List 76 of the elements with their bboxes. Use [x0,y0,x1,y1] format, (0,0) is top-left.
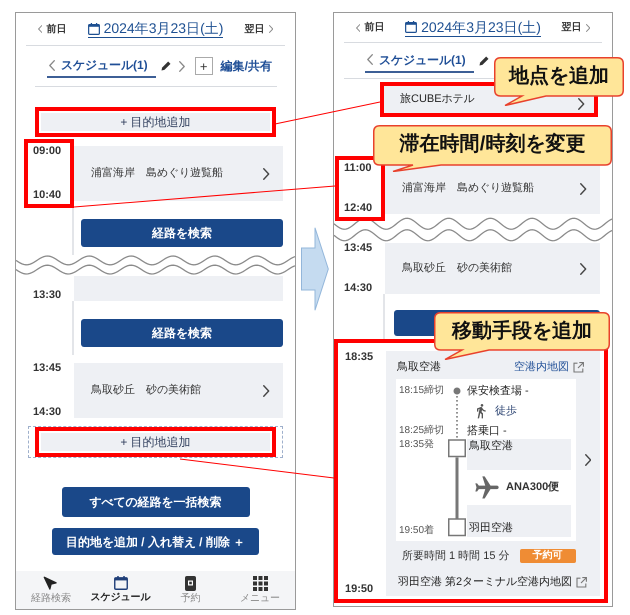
end-time: 14:30 [33,406,62,419]
chevron-right-icon[interactable] [584,454,592,466]
start-dot-icon [454,388,460,394]
chevron-right-icon [580,182,587,194]
chevron-right-icon [578,98,585,110]
stop-card[interactable]: 鳥取砂丘 砂の美術館 [385,243,600,294]
step-time: 18:15締切 [399,385,444,397]
external-link-icon [576,576,588,588]
date-button[interactable]: 2024年3月23日(土) [405,18,541,36]
end-time: 14:30 [344,282,374,295]
prev-day-button[interactable]: 前日 [356,20,384,35]
external-link-icon [573,362,584,372]
chevron-right-icon [580,262,587,274]
start-time: 09:00 [33,145,62,158]
checkpoint-label: 保安検査場 - [467,384,529,399]
station-name: 羽田空港 [467,505,571,537]
start-time: 18:35 [345,351,374,364]
right-arrow-icon [300,227,328,311]
next-day-button[interactable]: 翌日 [562,20,590,35]
calendar-icon [88,22,100,34]
search-all-routes-button[interactable]: すべての経路を一括検索 [62,487,250,517]
add-destination-button[interactable]: + 目的地追加 [41,433,270,451]
stop-card[interactable]: 浦富海岸 島めぐり遊覧船 [74,146,283,201]
pencil-icon[interactable] [160,61,171,71]
terminal-map-link[interactable]: 羽田空港 第2ターミナル空港内地図 [398,574,588,590]
bookable-badge: 予約可 [520,549,576,563]
chevron-left-icon [367,54,373,65]
step-time: 19:50着 [399,525,434,537]
start-time: 13:45 [33,362,62,375]
navigation-arrow-icon [43,576,58,590]
schedule-tab[interactable]: スケジュール(1) [47,54,156,78]
departure-place: 鳥取空港 [397,360,441,375]
walk-label: 徒歩 [495,404,517,419]
chevron-right-icon [586,24,590,32]
end-time: 12:40 [344,202,374,215]
stop-card[interactable]: 浦富海岸 島めぐり遊覧船 [385,163,600,214]
start-time: 13:45 [344,242,374,255]
menu-grid-icon [252,576,268,590]
chevron-right-icon [263,168,270,180]
chevron-left-icon [38,25,42,33]
end-time: 10:40 [33,189,62,202]
nav-tab[interactable]: スケジュール [86,571,156,609]
end-time: 19:50 [345,583,374,596]
duration-text: 所要時間 1 時間 15 分 [402,548,510,564]
square-marker-icon [448,439,466,458]
route-search-button[interactable]: 経路を検索 [81,319,283,347]
end-time: 13:30 [33,289,62,302]
flight-number: ANA300便 [506,480,560,496]
chevron-left-icon [356,24,360,32]
chevron-left-icon [49,60,55,70]
route-search-button[interactable]: 経路を検索 [81,219,283,247]
airplane-icon [473,474,501,502]
calendar-icon [405,21,418,33]
edit-share-button[interactable]: 編集/共有 [220,57,272,75]
pencil-icon[interactable] [478,56,489,66]
device-icon [184,576,196,590]
date-button[interactable]: 2024年3月23日(土) [88,20,224,38]
flight-path-line [456,458,458,519]
next-day-button[interactable]: 翌日 [244,22,273,36]
step-time: 18:25締切 [399,425,444,437]
start-time: 11:00 [344,162,373,175]
checkpoint-label: 搭乗口 - [467,424,507,439]
add-destination-button[interactable]: + 目的地追加 [41,113,270,131]
station-name: 鳥取空港 [467,439,571,470]
step-time: 18:35発 [399,439,434,451]
dotted-walk-line [456,396,458,438]
add-schedule-button[interactable]: + [194,57,213,75]
schedule-tab[interactable]: スケジュール(1) [365,48,474,72]
square-marker-icon [448,518,466,536]
chevron-right-icon [268,25,273,33]
calendar-icon [114,576,128,590]
prev-day-button[interactable]: 前日 [38,22,66,36]
stop-card[interactable]: 鳥取砂丘 砂の美術館 [74,363,283,418]
chevron-right-icon [263,384,270,396]
airport-map-link[interactable]: 空港内地図 [514,358,584,376]
edit-destinations-button[interactable]: 目的地を追加 / 入れ替え / 削除 ＋ [52,528,260,555]
